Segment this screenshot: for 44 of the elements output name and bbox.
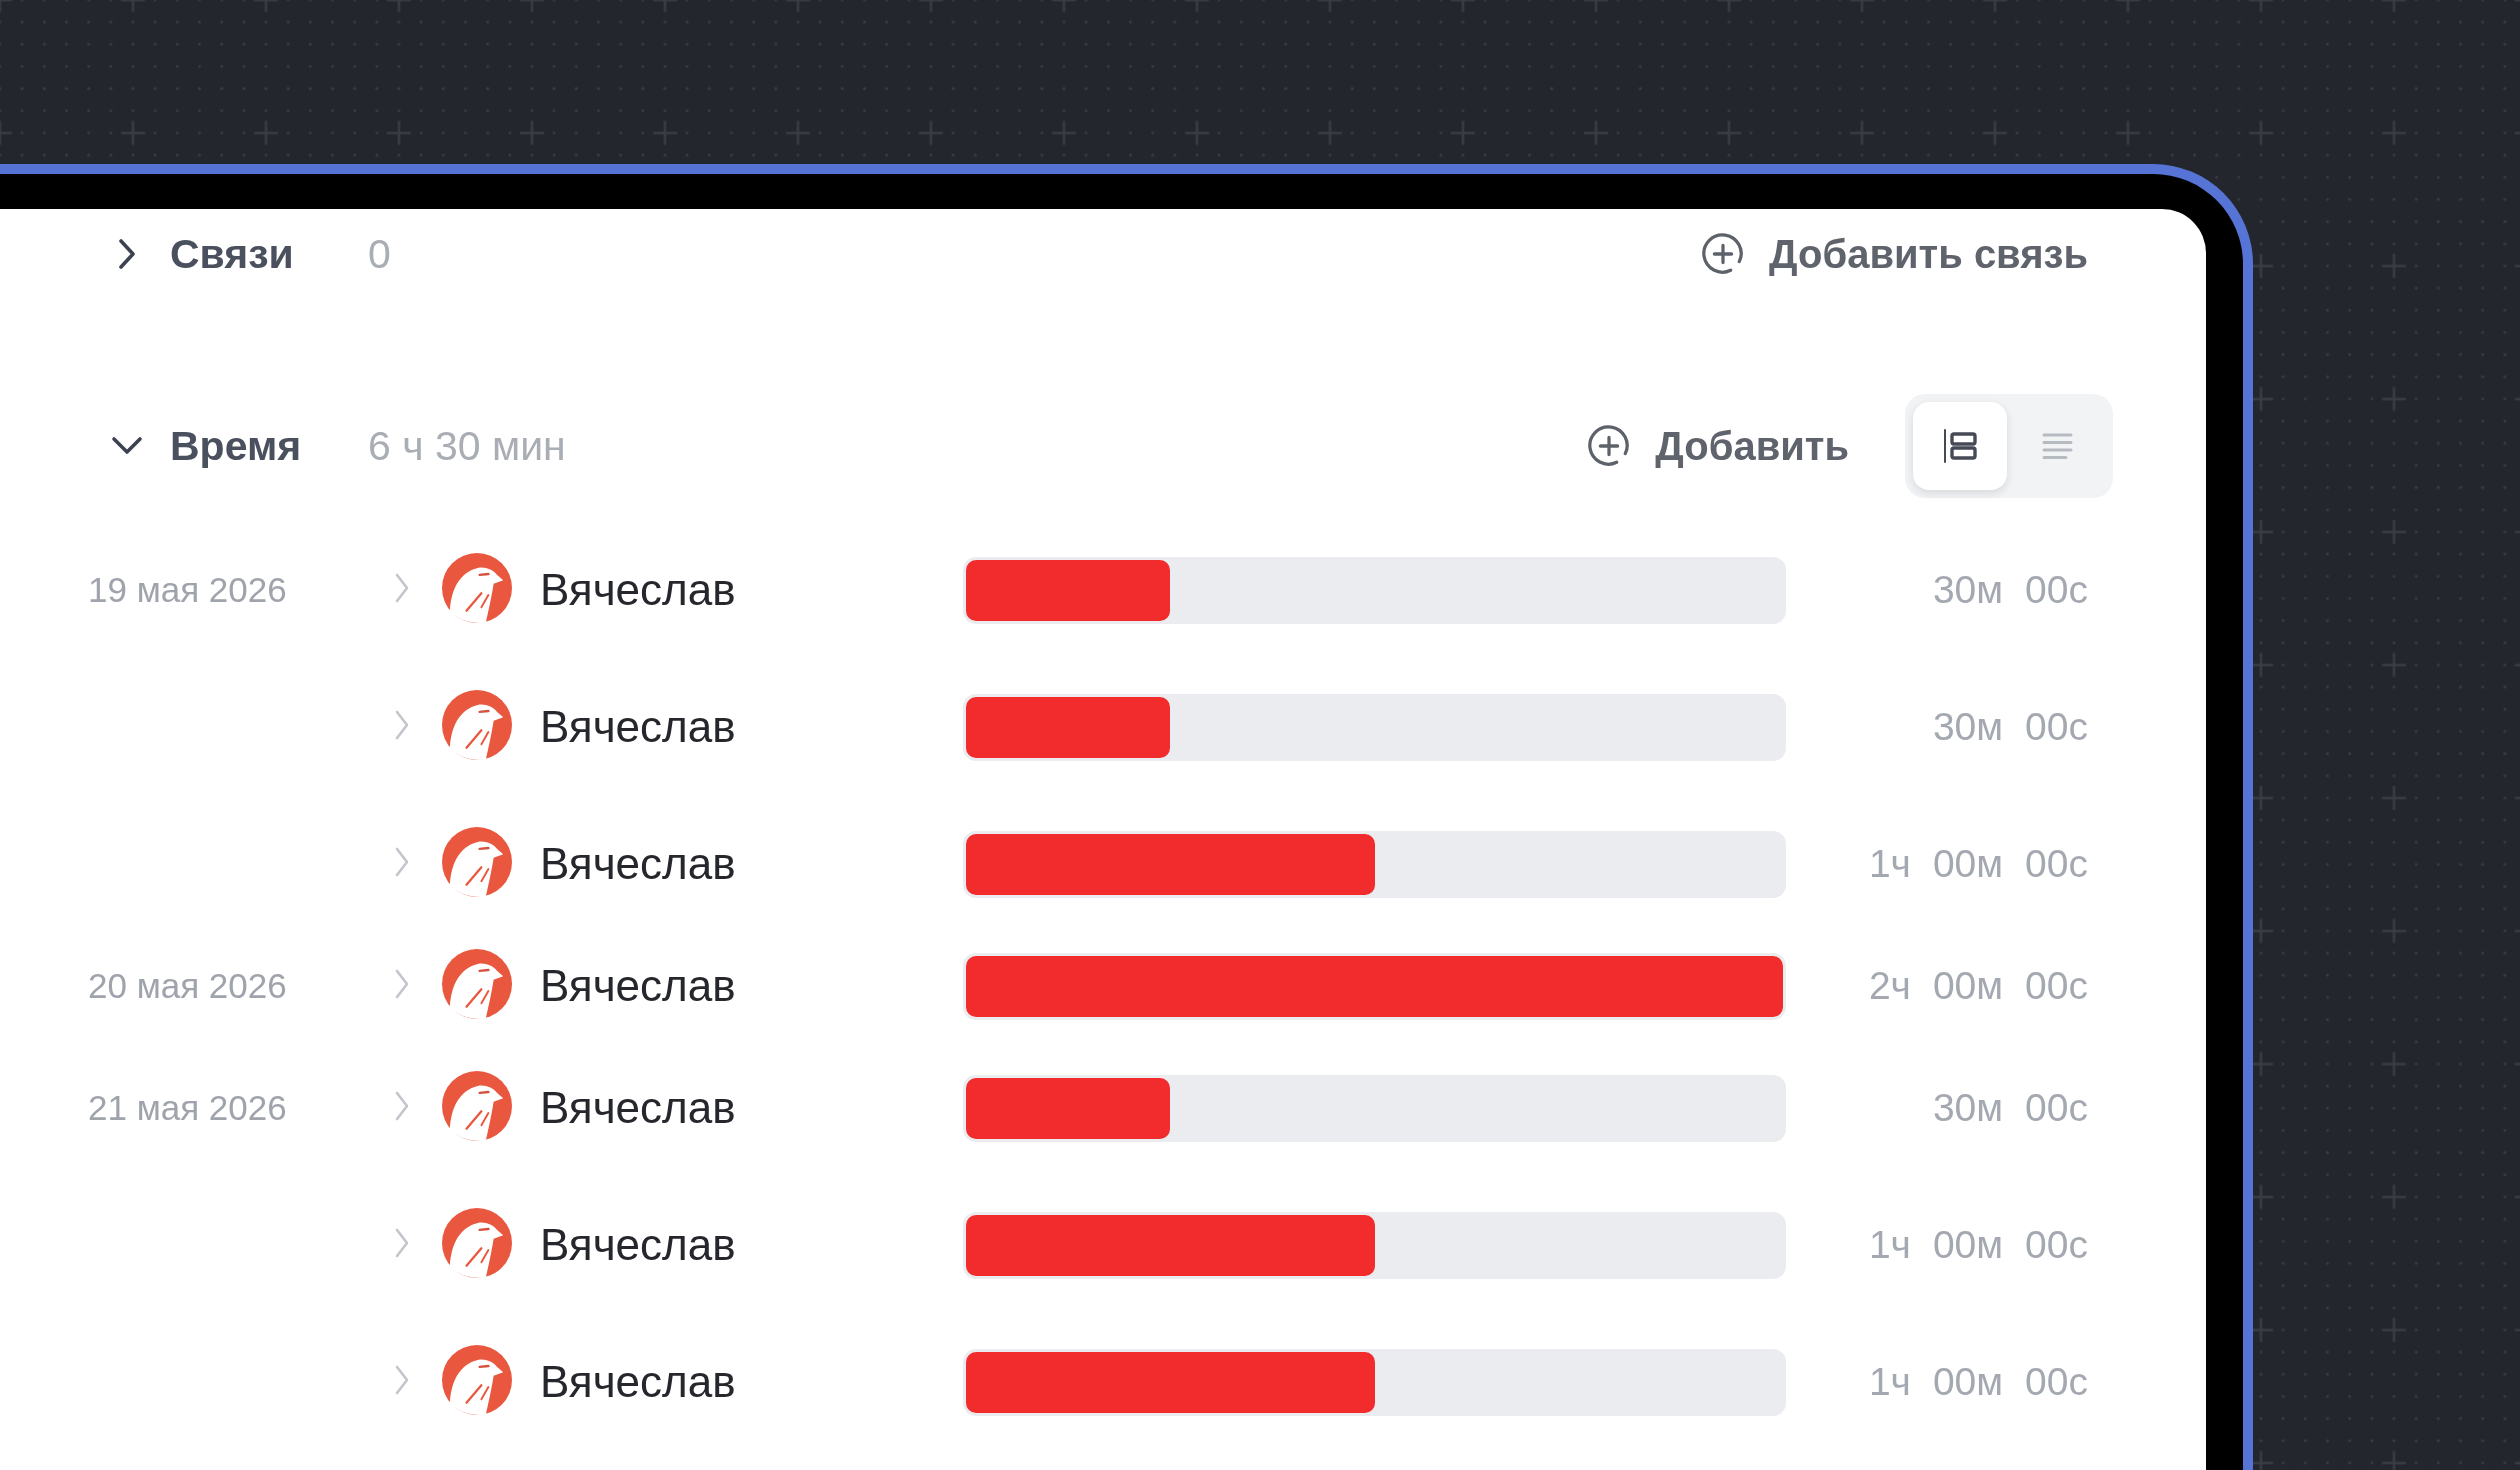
- user-name: Вячеслав: [540, 1357, 736, 1406]
- bird-avatar-icon: [442, 1208, 512, 1278]
- bird-avatar-icon: [442, 1071, 512, 1141]
- duration-text: 30м: [1932, 705, 2004, 749]
- bird-avatar-icon: [442, 827, 512, 897]
- date-label: 21 мая 2026: [88, 1088, 287, 1127]
- plus-circle-icon: [1587, 424, 1632, 468]
- duration-text: 30м: [1932, 1086, 2004, 1130]
- user-name: Вячеслав: [540, 702, 736, 751]
- user-name: Вячеслав: [540, 1083, 736, 1132]
- duration-text: 00с: [2025, 1360, 2088, 1404]
- bird-avatar-icon: [442, 690, 512, 760]
- duration-text: 00м: [1932, 1223, 2004, 1267]
- add-button[interactable]: Добавить: [1587, 423, 1849, 469]
- plus-circle-icon: [1701, 232, 1746, 276]
- duration-text: 00с: [2025, 842, 2088, 886]
- user-name: Вячеслав: [540, 1220, 736, 1269]
- user-name: Вячеслав: [540, 961, 736, 1010]
- bird-avatar-icon: [442, 1345, 512, 1415]
- user-name: Вячеслав: [540, 565, 736, 614]
- date-label: 20 мая 2026: [88, 966, 287, 1005]
- add-button[interactable]: Добавить связь: [1701, 231, 2088, 277]
- duration-text: 00м: [1932, 964, 2004, 1008]
- user-name: Вячеслав: [540, 839, 736, 888]
- section-title: Связи: [170, 230, 295, 278]
- duration-text: 2ч: [1868, 964, 1911, 1008]
- duration-text: 1ч: [1868, 1223, 1911, 1267]
- duration-text: 00с: [2025, 568, 2088, 612]
- section-count: 6 ч 30 мин: [368, 422, 566, 470]
- timeline-view-button[interactable]: [1913, 402, 2007, 490]
- duration-text: 30м: [1932, 568, 2004, 612]
- duration-text: 00с: [2025, 1223, 2088, 1267]
- duration-text: 1ч: [1868, 1360, 1911, 1404]
- duration-text: 00м: [1932, 842, 2004, 886]
- date-label: 19 мая 2026: [88, 570, 287, 609]
- duration-text: 00с: [2025, 1086, 2088, 1130]
- duration-text: 00с: [2025, 705, 2088, 749]
- bird-avatar-icon: [442, 949, 512, 1019]
- duration-text: 00с: [2025, 964, 2088, 1008]
- duration-text: 00м: [1932, 1360, 2004, 1404]
- bird-avatar-icon: [442, 553, 512, 623]
- duration-text: 1ч: [1868, 842, 1911, 886]
- section-title: Время: [170, 422, 303, 470]
- section-count: 0: [368, 230, 391, 278]
